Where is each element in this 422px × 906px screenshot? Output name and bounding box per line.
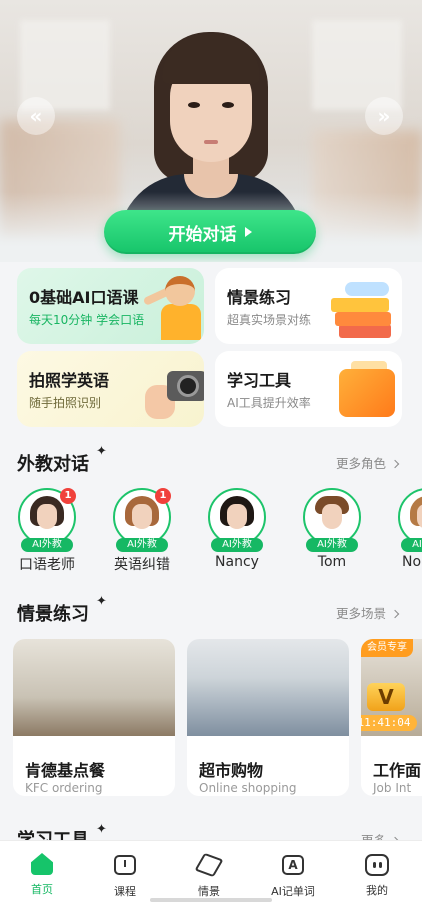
unread-badge: 1 bbox=[60, 488, 76, 504]
tab-profile[interactable]: 我的 bbox=[342, 853, 412, 898]
scene-subtitle: KFC ordering bbox=[25, 781, 103, 795]
more-roles-link[interactable]: 更多角色 bbox=[336, 453, 400, 472]
tutor-item[interactable]: AI外教 Tom bbox=[301, 488, 363, 570]
tutor-item[interactable]: AI外教 1 英语纠错 bbox=[111, 488, 173, 574]
feature-card-subtitle: AI工具提升效率 bbox=[227, 396, 311, 410]
scene-title: 超市购物 bbox=[199, 761, 264, 780]
ai-tutor-badge: AI外教 bbox=[21, 538, 73, 552]
tab-label: 情景 bbox=[198, 885, 220, 898]
more-scenes-link[interactable]: 更多场景 bbox=[336, 603, 400, 622]
cube-icon bbox=[194, 852, 224, 878]
home-indicator bbox=[150, 898, 272, 902]
start-conversation-label: 开始对话 bbox=[168, 224, 237, 245]
sparkle-icon: ✦ bbox=[96, 594, 107, 609]
scene-card-kfc[interactable]: 肯德基点餐 KFC ordering bbox=[13, 639, 175, 796]
bottom-tab-bar: 首页 课程 情景 A AI记单词 我的 bbox=[0, 840, 422, 906]
ai-tutor-badge: AI外教 bbox=[401, 538, 422, 552]
scene-subtitle: Online shopping bbox=[199, 781, 297, 795]
tutor-item[interactable]: AI外教 No bbox=[396, 488, 422, 570]
section-title-foreign-tutors: 外教对话 bbox=[17, 454, 89, 475]
feature-card-learning-tools[interactable]: 学习工具 AI工具提升效率 bbox=[215, 351, 402, 427]
tab-label: AI记单词 bbox=[271, 885, 315, 898]
books-illustration bbox=[339, 324, 391, 338]
feature-card-subtitle: 每天10分钟 学会口语 bbox=[29, 313, 145, 327]
feature-card-ai-speaking-course[interactable]: 0基础AI口语课 每天10分钟 学会口语 bbox=[17, 268, 204, 344]
tutor-name: Tom bbox=[317, 554, 347, 570]
tutor-item[interactable]: AI外教 1 口语老师 bbox=[16, 488, 78, 574]
profile-face-icon bbox=[365, 854, 389, 876]
vip-exclusive-tag: 会员专享 bbox=[361, 639, 413, 657]
vip-crown-icon: V bbox=[367, 683, 405, 711]
tab-label: 我的 bbox=[366, 884, 388, 897]
feature-card-title: 0基础AI口语课 bbox=[29, 288, 139, 307]
app-screen: « » 开始对话 0基础AI口语课 每天10分钟 学会口语 情景练习 超真实场景… bbox=[0, 0, 422, 906]
double-chevron-left-icon[interactable]: « bbox=[17, 97, 55, 135]
start-conversation-button[interactable]: 开始对话 bbox=[104, 210, 316, 254]
tutor-name: Nancy bbox=[215, 554, 259, 570]
scroll-illustration bbox=[345, 282, 389, 296]
hero-banner: « » 开始对话 bbox=[0, 0, 422, 262]
feature-card-subtitle: 超真实场景对练 bbox=[227, 313, 312, 327]
chevron-right-icon bbox=[390, 459, 400, 469]
unread-badge: 1 bbox=[155, 488, 171, 504]
scene-card-supermarket[interactable]: 超市购物 Online shopping bbox=[187, 639, 349, 796]
tutor-name: 英语纠错 bbox=[114, 557, 170, 573]
ai-words-icon: A bbox=[282, 855, 304, 875]
tab-label: 课程 bbox=[114, 885, 136, 898]
feature-card-subtitle: 随手拍照识别 bbox=[29, 396, 102, 410]
countdown-timer: 11:41:04 bbox=[361, 715, 417, 731]
ai-tutor-badge: AI外教 bbox=[116, 538, 168, 552]
home-icon bbox=[31, 853, 53, 875]
feature-card-photo-learning[interactable]: 拍照学英语 随手拍照识别 bbox=[17, 351, 204, 427]
course-book-icon bbox=[114, 855, 136, 875]
scene-card-job-interview[interactable]: 会员专享 V 11:41:04 工作面 Job Int bbox=[361, 639, 422, 796]
tab-home[interactable]: 首页 bbox=[7, 853, 77, 897]
scene-image-supermarket bbox=[187, 639, 349, 736]
feature-card-title: 学习工具 bbox=[227, 371, 292, 390]
tutor-item[interactable]: AI外教 Nancy bbox=[206, 488, 268, 570]
tab-ai-words[interactable]: A AI记单词 bbox=[258, 853, 328, 899]
scene-title: 工作面 bbox=[373, 761, 422, 780]
scene-title: 肯德基点餐 bbox=[25, 761, 106, 780]
tutor-name: 口语老师 bbox=[19, 557, 75, 573]
feature-card-scene-practice[interactable]: 情景练习 超真实场景对练 bbox=[215, 268, 402, 344]
ai-tutor-badge: AI外教 bbox=[306, 538, 358, 552]
double-chevron-right-icon[interactable]: » bbox=[365, 97, 403, 135]
play-triangle-icon bbox=[244, 227, 252, 237]
section-title-scene-practice: 情景练习 bbox=[17, 604, 89, 625]
background-window bbox=[312, 20, 402, 110]
chevron-right-icon bbox=[390, 609, 400, 619]
sparkle-icon: ✦ bbox=[96, 822, 107, 837]
ai-tutor-badge: AI外教 bbox=[211, 538, 263, 552]
tab-courses[interactable]: 课程 bbox=[90, 853, 160, 899]
feature-card-title: 拍照学英语 bbox=[29, 371, 110, 390]
tab-scenes[interactable]: 情景 bbox=[174, 852, 244, 899]
scene-subtitle: Job Int bbox=[373, 781, 412, 795]
tutor-name: No bbox=[402, 554, 422, 570]
feature-card-title: 情景练习 bbox=[227, 288, 292, 307]
scene-image-restaurant bbox=[13, 639, 175, 736]
tab-label: 首页 bbox=[31, 883, 53, 896]
sparkle-icon: ✦ bbox=[96, 444, 107, 459]
